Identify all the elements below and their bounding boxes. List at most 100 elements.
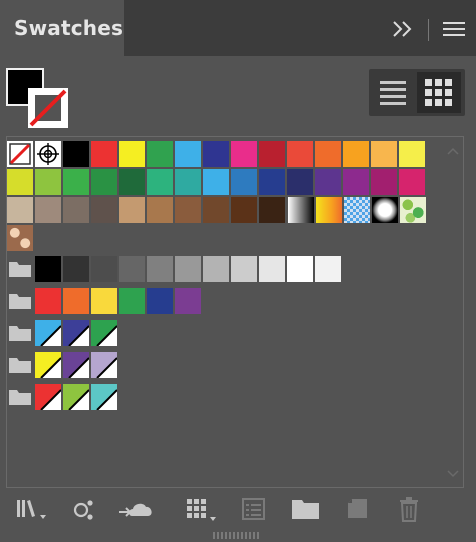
grid-view-button[interactable] bbox=[417, 72, 461, 113]
color-swatch[interactable] bbox=[35, 197, 61, 223]
panel-header: Swatches bbox=[0, 0, 476, 56]
color-swatch[interactable] bbox=[7, 169, 33, 195]
color-swatch[interactable] bbox=[91, 169, 117, 195]
color-swatch[interactable] bbox=[259, 197, 285, 223]
color-swatch[interactable] bbox=[147, 197, 173, 223]
expand-panel-icon[interactable] bbox=[392, 20, 414, 38]
color-swatch[interactable] bbox=[175, 288, 201, 314]
color-swatch[interactable] bbox=[287, 256, 313, 282]
new-color-group-icon[interactable] bbox=[292, 497, 320, 523]
folder-icon[interactable] bbox=[9, 390, 31, 405]
swatch-radial-gradient[interactable] bbox=[372, 197, 398, 223]
scroll-up-icon[interactable] bbox=[447, 147, 459, 155]
color-swatch[interactable] bbox=[35, 384, 61, 410]
folder-icon[interactable] bbox=[9, 294, 31, 309]
swatch-pattern[interactable] bbox=[7, 225, 33, 251]
scroll-down-icon[interactable] bbox=[447, 470, 459, 478]
color-swatch[interactable] bbox=[63, 169, 89, 195]
color-swatch[interactable] bbox=[91, 256, 117, 282]
color-swatch[interactable] bbox=[119, 197, 145, 223]
color-swatch[interactable] bbox=[63, 384, 89, 410]
swatch-options-icon[interactable] bbox=[242, 497, 266, 523]
folder-icon[interactable] bbox=[9, 326, 31, 341]
color-swatch[interactable] bbox=[35, 288, 61, 314]
color-swatch[interactable] bbox=[63, 197, 89, 223]
color-swatch[interactable] bbox=[287, 141, 313, 167]
color-swatch[interactable] bbox=[147, 141, 173, 167]
color-swatch[interactable] bbox=[259, 169, 285, 195]
color-swatch[interactable] bbox=[231, 256, 257, 282]
global-swatch-corner-icon bbox=[96, 325, 117, 346]
color-swatch[interactable] bbox=[231, 169, 257, 195]
color-swatch[interactable] bbox=[175, 141, 201, 167]
fill-stroke-widget[interactable] bbox=[6, 68, 68, 130]
delete-swatch-icon[interactable] bbox=[398, 497, 420, 523]
color-swatch[interactable] bbox=[63, 288, 89, 314]
color-swatch[interactable] bbox=[175, 169, 201, 195]
color-swatch[interactable] bbox=[399, 169, 425, 195]
color-swatch[interactable] bbox=[63, 320, 89, 346]
swatch-options-grid-icon[interactable] bbox=[186, 497, 218, 523]
color-swatch[interactable] bbox=[119, 169, 145, 195]
swatch-orange-yellow-gradient[interactable] bbox=[316, 197, 342, 223]
color-swatch[interactable] bbox=[119, 288, 145, 314]
color-swatch[interactable] bbox=[399, 141, 425, 167]
color-swatch[interactable] bbox=[91, 320, 117, 346]
color-swatch[interactable] bbox=[371, 169, 397, 195]
color-swatch[interactable] bbox=[91, 384, 117, 410]
new-swatch-icon[interactable] bbox=[346, 497, 370, 523]
stroke-swatch[interactable] bbox=[28, 88, 68, 128]
resize-grip-icon[interactable] bbox=[213, 532, 261, 539]
add-to-library-icon[interactable] bbox=[118, 497, 156, 523]
color-swatch[interactable] bbox=[315, 256, 341, 282]
swatch-leaf-pattern[interactable] bbox=[400, 197, 426, 223]
swatch-libraries-icon[interactable] bbox=[16, 497, 50, 523]
none-swatch-icon bbox=[9, 143, 31, 165]
swatch-black[interactable] bbox=[63, 141, 89, 167]
color-swatch[interactable] bbox=[343, 141, 369, 167]
color-swatch[interactable] bbox=[203, 256, 229, 282]
folder-icon[interactable] bbox=[9, 358, 31, 373]
folder-icon[interactable] bbox=[9, 262, 31, 277]
color-swatch[interactable] bbox=[371, 141, 397, 167]
color-swatch[interactable] bbox=[203, 197, 229, 223]
color-swatch[interactable] bbox=[91, 141, 117, 167]
swatch-none[interactable] bbox=[7, 141, 33, 167]
color-swatch[interactable] bbox=[119, 141, 145, 167]
color-swatch[interactable] bbox=[63, 352, 89, 378]
list-view-button[interactable] bbox=[373, 73, 413, 112]
swatch-registration[interactable] bbox=[35, 141, 61, 167]
color-swatch[interactable] bbox=[231, 141, 257, 167]
color-swatch[interactable] bbox=[231, 197, 257, 223]
tab-swatches[interactable]: Swatches bbox=[0, 0, 124, 56]
color-swatch[interactable] bbox=[91, 288, 117, 314]
global-swatch-corner-icon bbox=[96, 389, 117, 410]
color-swatch[interactable] bbox=[35, 320, 61, 346]
color-swatch[interactable] bbox=[315, 141, 341, 167]
color-swatch[interactable] bbox=[91, 197, 117, 223]
color-swatch[interactable] bbox=[35, 256, 61, 282]
color-swatch[interactable] bbox=[91, 352, 117, 378]
color-swatch[interactable] bbox=[147, 169, 173, 195]
color-swatch[interactable] bbox=[315, 169, 341, 195]
color-swatch[interactable] bbox=[259, 256, 285, 282]
color-swatch[interactable] bbox=[119, 256, 145, 282]
color-swatch[interactable] bbox=[35, 169, 61, 195]
color-swatch[interactable] bbox=[7, 197, 33, 223]
color-swatch[interactable] bbox=[203, 169, 229, 195]
swatch-blue-transparent[interactable] bbox=[344, 197, 370, 223]
list-view-icon bbox=[380, 80, 406, 105]
show-kinds-icon[interactable] bbox=[72, 497, 96, 523]
panel-menu-icon[interactable] bbox=[443, 22, 465, 36]
color-swatch[interactable] bbox=[147, 288, 173, 314]
color-swatch[interactable] bbox=[259, 141, 285, 167]
color-swatch[interactable] bbox=[35, 352, 61, 378]
swatch-white-black-gradient[interactable] bbox=[288, 197, 314, 223]
color-swatch[interactable] bbox=[343, 169, 369, 195]
color-swatch[interactable] bbox=[175, 197, 201, 223]
color-swatch[interactable] bbox=[175, 256, 201, 282]
color-swatch[interactable] bbox=[63, 256, 89, 282]
color-swatch[interactable] bbox=[287, 169, 313, 195]
color-swatch[interactable] bbox=[203, 141, 229, 167]
color-swatch[interactable] bbox=[147, 256, 173, 282]
